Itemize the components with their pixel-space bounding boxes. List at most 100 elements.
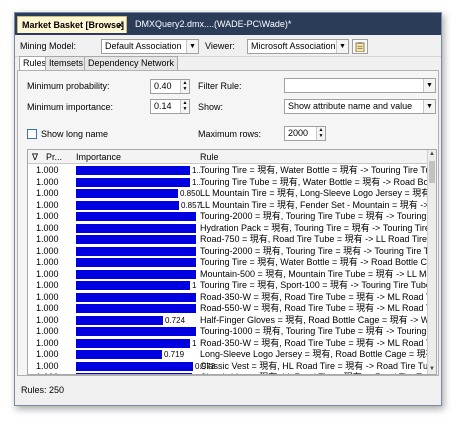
scroll-down-icon[interactable]: ▼ xyxy=(428,365,436,374)
show-select[interactable]: Show attribute name and value ▼ xyxy=(284,99,436,114)
importance-bar xyxy=(76,338,190,348)
mining-model-select[interactable]: Default Association ▼ xyxy=(101,39,199,54)
mining-model-label: Mining Model: xyxy=(20,41,77,51)
importance-bar xyxy=(76,373,192,374)
importance-bar xyxy=(76,269,196,279)
probability-cell: 1.000 xyxy=(36,165,59,175)
vertical-scrollbar[interactable]: ▲ ▼ xyxy=(427,150,436,374)
rules-count-status: Rules: 250 xyxy=(21,385,65,395)
chevron-down-icon: ▼ xyxy=(186,40,198,53)
table-row[interactable]: 1.000 1 Touring Tire = 現有, Sport-100 = 現有 … xyxy=(28,280,428,291)
importance-cell: 1... xyxy=(76,177,203,187)
max-rows-spinner[interactable]: 2000 ▲ ▼ xyxy=(284,126,326,141)
importance-bar xyxy=(76,235,196,244)
table-row[interactable]: 1.000 Road-550-W = 現有, Road Tire Tube = 現… xyxy=(28,303,428,314)
min-importance-spinner[interactable]: 0.14 ▲ ▼ xyxy=(150,99,190,114)
probability-cell: 1.000 xyxy=(36,337,59,348)
min-importance-label: Minimum importance: xyxy=(27,102,114,112)
table-row[interactable]: 1.000 Road-350-W = 現有, Road Tire Tube = 現… xyxy=(28,292,428,303)
table-row[interactable]: 1.000 Touring-1000 = 現有, Touring Tire Tub… xyxy=(28,326,428,337)
probability-cell: 1.000 xyxy=(36,326,59,336)
importance-bar xyxy=(76,315,163,325)
importance-cell: 0.724 xyxy=(76,315,196,325)
rule-cell: Road-350-W = 現有, Road Tire Tube = 現有 -> … xyxy=(200,291,428,302)
tab-itemsets[interactable]: Itemsets xyxy=(45,56,88,70)
doc-tab-dmx-query[interactable]: DMXQuery2.dmx....(WADE-PC\Wade)* xyxy=(131,16,301,33)
importance-value: 0.850 xyxy=(180,189,201,198)
probability-cell: 1.000 xyxy=(36,372,72,374)
viewer-toolbar: Mining Model: Default Association ▼ View… xyxy=(15,35,441,57)
table-row[interactable]: 1.000 0.724 Half-Finger Gloves = 現有, Road … xyxy=(28,315,428,326)
importance-cell: 0.857 xyxy=(76,200,201,210)
probability-cell: 1.000 xyxy=(36,314,59,325)
table-row[interactable]: 1.000 0.857 LL Mountain Tire = 現有, Fender … xyxy=(28,200,428,211)
table-row[interactable]: 1.000 0.973 Classic Vest = 現有, HL Road Tir… xyxy=(28,361,428,372)
importance-cell xyxy=(76,212,196,221)
scroll-up-icon[interactable]: ▲ xyxy=(428,150,436,159)
column-header-probability[interactable]: Pr... xyxy=(46,152,62,162)
importance-cell: 1... xyxy=(76,166,203,175)
importance-cell: 1 xyxy=(76,338,197,348)
scrollbar-thumb[interactable] xyxy=(429,161,435,183)
viewer-label: Viewer: xyxy=(205,41,235,51)
doc-tab-market-basket[interactable]: Market Basket [Browse] × xyxy=(17,16,127,33)
table-row[interactable]: 1.000 Road-750 = 現有, Road Tire Tube = 現有 … xyxy=(28,234,428,245)
table-row[interactable]: 1.000 Mountain-500 = 現有, Mountain Tire Tu… xyxy=(28,269,428,280)
doc-tab-market-basket-label: Market Basket [Browse] xyxy=(22,20,125,30)
show-label: Show: xyxy=(198,102,224,112)
rule-cell: Road-350-W = 現有, Road Tire Tube = 現有 -> … xyxy=(200,337,428,348)
spinner-arrows-icon[interactable]: ▲ ▼ xyxy=(316,127,325,140)
spinner-arrows-icon[interactable]: ▲ ▼ xyxy=(180,80,189,93)
importance-cell: 0.850 xyxy=(76,189,200,198)
viewer-value: Microsoft Association Ru xyxy=(251,41,349,51)
min-probability-value: 0.40 xyxy=(154,81,172,91)
min-importance-value: 0.14 xyxy=(154,101,172,111)
probability-cell: 1.000 xyxy=(36,199,59,210)
filter-rule-label: Filter Rule: xyxy=(198,81,242,91)
tab-dependency-network[interactable]: Dependency Network xyxy=(84,56,179,70)
close-icon[interactable]: × xyxy=(118,17,123,33)
rule-cell: Touring-1000 = 現有, Touring Tire Tube = 現… xyxy=(200,326,428,336)
importance-cell: 0.719 xyxy=(76,350,196,359)
probability-cell: 1.000 xyxy=(36,245,59,256)
importance-bar xyxy=(76,258,196,267)
table-row[interactable]: 1.000 Touring Tire = 現有, Water Bottle = 現… xyxy=(28,257,428,268)
table-row[interactable]: 1.000 1 Road-350-W = 現有, Road Tire Tube = … xyxy=(28,338,428,349)
importance-bar xyxy=(76,223,196,233)
show-long-name-checkbox[interactable] xyxy=(27,129,37,139)
column-header-importance[interactable]: Importance xyxy=(76,152,121,162)
chevron-down-icon: ▼ xyxy=(336,40,348,53)
table-row[interactable]: 1.000 0.970Classic Vest = 現有, LL Road Tir… xyxy=(28,372,428,374)
rule-cell: LL Mountain Tire = 現有, Long-Sleeve Logo … xyxy=(200,188,428,198)
importance-value: 1 xyxy=(192,281,197,290)
importance-bar xyxy=(76,212,196,221)
importance-cell xyxy=(76,269,196,279)
importance-cell xyxy=(76,258,196,267)
table-row[interactable]: 1.000 0.850 LL Mountain Tire = 現有, Long-Sl… xyxy=(28,188,428,199)
probability-cell: 1.000 xyxy=(36,268,59,279)
probability-cell: 1.000 xyxy=(36,222,59,233)
importance-value: 1 xyxy=(192,338,197,348)
table-row[interactable]: 1.000 Touring-2000 = 現有, Touring Tire = 現… xyxy=(28,246,428,257)
filter-rule-select[interactable]: ▼ xyxy=(284,78,436,93)
rule-cell: Touring Tire = 現有, Water Bottle = 現有 -> … xyxy=(200,165,428,175)
min-probability-label: Minimum probability: xyxy=(27,81,110,91)
rule-cell: Hydration Pack = 現有, Touring Tire = 現有 -… xyxy=(200,222,428,233)
column-header-rule[interactable]: Rule xyxy=(200,152,219,162)
chevron-down-icon: ▼ xyxy=(423,79,435,92)
table-row[interactable]: 1.000 Touring-2000 = 現有, Touring Tire Tub… xyxy=(28,211,428,222)
importance-cell xyxy=(76,246,196,256)
table-row[interactable]: 1.000 1... Touring Tire = 現有, Water Bottle… xyxy=(28,165,428,176)
rule-cell: Touring-2000 = 現有, Touring Tire Tube = 現… xyxy=(200,211,428,221)
table-row[interactable]: 1.000 Hydration Pack = 現有, Touring Tire =… xyxy=(28,223,428,234)
viewer-select[interactable]: Microsoft Association Ru ▼ xyxy=(247,39,349,54)
table-row[interactable]: 1.000 0.719 Long-Sleeve Logo Jersey = 現有, … xyxy=(28,349,428,360)
filter-icon[interactable]: ∇ xyxy=(32,152,38,163)
copy-to-clipboard-button[interactable] xyxy=(352,39,368,54)
min-probability-spinner[interactable]: 0.40 ▲ ▼ xyxy=(150,79,190,94)
table-row[interactable]: 1.000 1... Touring Tire Tube = 現有, Water B… xyxy=(28,177,428,188)
spinner-arrows-icon[interactable]: ▲ ▼ xyxy=(180,100,189,113)
max-rows-value: 2000 xyxy=(288,128,309,138)
probability-cell: 1.000 xyxy=(36,176,59,187)
mining-model-viewer-window: Market Basket [Browse] × DMXQuery2.dmx..… xyxy=(14,12,442,406)
